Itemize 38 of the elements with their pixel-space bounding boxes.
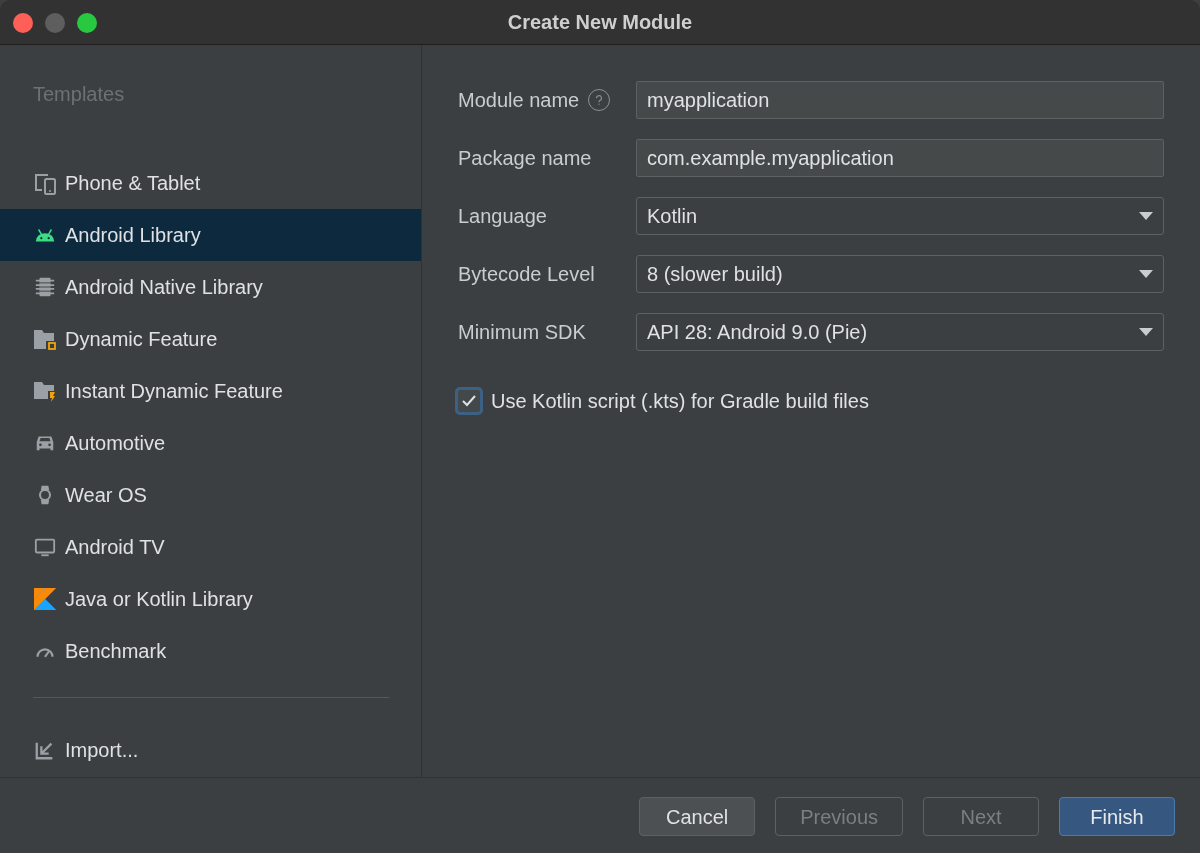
monitor-icon <box>34 536 56 558</box>
zoom-button[interactable] <box>77 13 97 33</box>
caret-icon <box>1139 270 1153 278</box>
caret-icon <box>1139 328 1153 336</box>
template-item[interactable]: Java or Kotlin Library <box>0 573 421 625</box>
dialog-button[interactable]: Cancel <box>639 797 756 836</box>
dialog-button[interactable]: Finish <box>1059 797 1175 836</box>
checkbox[interactable] <box>455 387 483 415</box>
template-item[interactable]: Dynamic Feature <box>0 313 421 365</box>
field-label: Language <box>458 204 547 229</box>
template-item[interactable]: Android TV <box>0 521 421 573</box>
folder-bolt-icon <box>33 379 57 403</box>
field-label: Bytecode Level <box>458 262 595 287</box>
dropdown[interactable]: 8 (slower build) <box>636 255 1164 293</box>
window-title: Create New Module <box>507 10 693 35</box>
template-item[interactable]: Automotive <box>0 417 421 469</box>
field-label: Package name <box>458 146 592 171</box>
phone-tablet-icon <box>33 171 57 195</box>
caret-icon <box>1139 212 1153 220</box>
field-label: Module name <box>458 88 580 113</box>
dropdown[interactable]: Kotlin <box>636 197 1164 235</box>
close-button[interactable] <box>13 13 33 33</box>
checkbox-label: Use Kotlin script (.kts) for Gradle build files <box>491 389 869 414</box>
input-field[interactable]: com.example.myapplication <box>636 139 1164 177</box>
kotlin-logo-icon <box>33 587 57 611</box>
template-item[interactable]: Instant Dynamic Feature <box>0 365 421 417</box>
chip-icon <box>34 276 56 298</box>
template-item[interactable]: Wear OS <box>0 469 421 521</box>
input-field[interactable]: myapplication <box>636 81 1164 119</box>
field-label: Minimum SDK <box>458 320 586 345</box>
dropdown[interactable]: API 28: Android 9.0 (Pie) <box>636 313 1164 351</box>
template-item[interactable]: Android Library <box>0 209 421 261</box>
checkmark-icon <box>462 395 476 407</box>
import-item[interactable]: Import... <box>0 732 421 768</box>
template-item[interactable]: Benchmark <box>0 625 421 677</box>
template-item[interactable]: Android Native Library <box>0 261 421 313</box>
folder-icon <box>33 327 57 351</box>
template-item[interactable]: Phone & Tablet <box>0 157 421 209</box>
